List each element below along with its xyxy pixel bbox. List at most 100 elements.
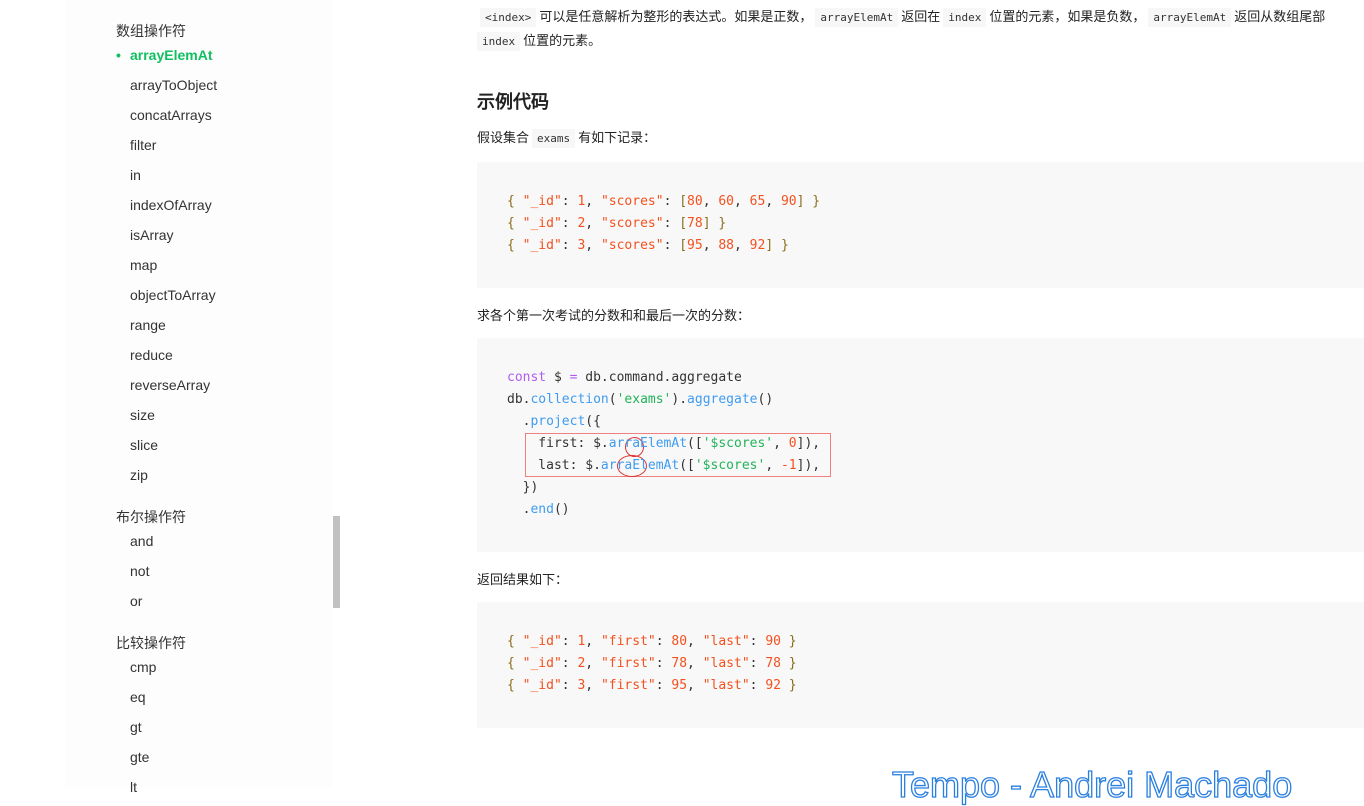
code-token: : bbox=[655, 656, 672, 671]
text: 假设集合 bbox=[477, 130, 530, 145]
code-token: : bbox=[561, 238, 578, 253]
code-token: "_id" bbox=[522, 634, 562, 649]
code-token: , bbox=[585, 216, 601, 231]
code-token: () bbox=[757, 392, 774, 407]
code-token: "_id" bbox=[522, 678, 562, 693]
paragraph-3: 返回结果如下： bbox=[477, 572, 569, 587]
code-line: { "_id": 1, "first": 80, "last": 90 } bbox=[507, 631, 797, 653]
code-token: 78 bbox=[765, 656, 781, 671]
sidebar-item-slice[interactable]: slice bbox=[130, 437, 158, 453]
code-token: , bbox=[585, 634, 601, 649]
code-token: $ bbox=[546, 370, 570, 385]
code-line: first: $.arraElemAt(['$scores', 0]), bbox=[507, 433, 820, 455]
code-token: 92 bbox=[749, 238, 766, 253]
sidebar-item-not[interactable]: not bbox=[130, 563, 149, 579]
code-token: 90 bbox=[780, 194, 797, 209]
code-line: .project({ bbox=[507, 411, 601, 433]
code-token: , bbox=[702, 238, 719, 253]
sidebar-item-eq[interactable]: eq bbox=[130, 689, 146, 705]
sidebar-item-objecttoarray[interactable]: objectToArray bbox=[130, 287, 216, 303]
inline-code: index bbox=[477, 32, 521, 51]
code-line: { "_id": 1, "scores": [80, 60, 65, 90] } bbox=[507, 191, 820, 213]
code-token: { bbox=[507, 634, 523, 649]
code-token: [ bbox=[679, 194, 688, 209]
code-block-records: { "_id": 1, "scores": [80, 60, 65, 90] }… bbox=[477, 162, 1364, 288]
text: 返回在 bbox=[901, 9, 941, 24]
code-token: , bbox=[585, 238, 601, 253]
sidebar-item-indexofarray[interactable]: indexOfArray bbox=[130, 197, 212, 213]
code-token: "scores" bbox=[600, 238, 664, 253]
text: 有如下记录： bbox=[578, 130, 657, 145]
code-token: [ bbox=[679, 238, 688, 253]
code-token: 78 bbox=[671, 656, 688, 671]
code-line: .end() bbox=[507, 499, 570, 521]
code-token: } bbox=[780, 678, 797, 693]
code-token: "last" bbox=[702, 678, 750, 693]
sidebar-item-map[interactable]: map bbox=[130, 257, 157, 273]
sidebar-item-isarray[interactable]: isArray bbox=[130, 227, 174, 243]
code-token: ]), bbox=[796, 458, 821, 473]
code-token: ]), bbox=[796, 436, 821, 451]
code-token: { bbox=[507, 194, 523, 209]
inline-code: arrayElemAt bbox=[815, 8, 899, 27]
code-token: '$scores' bbox=[702, 436, 774, 451]
code-token: , bbox=[765, 458, 781, 473]
code-token: , bbox=[687, 678, 703, 693]
code-token: : bbox=[749, 656, 766, 671]
code-token: 80 bbox=[687, 194, 703, 209]
code-token: : bbox=[655, 678, 672, 693]
code-token: , bbox=[585, 194, 601, 209]
code-token: 78 bbox=[687, 216, 703, 231]
code-token: : bbox=[655, 634, 672, 649]
code-line: { "_id": 2, "first": 78, "last": 78 } bbox=[507, 653, 797, 675]
code-token: : bbox=[663, 238, 680, 253]
code-token: { bbox=[507, 216, 523, 231]
sidebar-item-gt[interactable]: gt bbox=[130, 719, 142, 735]
code-token: const bbox=[507, 370, 547, 385]
section-heading: 示例代码 bbox=[477, 92, 549, 112]
intro-line-2: index 位置的元素。 bbox=[477, 30, 601, 51]
code-token: collection bbox=[530, 392, 609, 407]
sidebar-item-reversearray[interactable]: reverseArray bbox=[130, 377, 210, 393]
sidebar-item-reduce[interactable]: reduce bbox=[130, 347, 173, 363]
sidebar-item-cmp[interactable]: cmp bbox=[130, 659, 156, 675]
inline-code: <index> bbox=[480, 8, 537, 27]
code-line: { "_id": 2, "scores": [78] } bbox=[507, 213, 726, 235]
code-token: 90 bbox=[765, 634, 781, 649]
sidebar-item-size[interactable]: size bbox=[130, 407, 155, 423]
sidebar-item-range[interactable]: range bbox=[130, 317, 166, 333]
code-block-query: const $ = db.command.aggregate db.collect… bbox=[477, 338, 1364, 552]
sidebar-item-gte[interactable]: gte bbox=[130, 749, 149, 765]
code-token: -1 bbox=[780, 458, 797, 473]
code-token: { bbox=[507, 656, 523, 671]
code-token: } bbox=[780, 634, 797, 649]
code-token: 'exams' bbox=[616, 392, 672, 407]
code-token: 88 bbox=[718, 238, 735, 253]
code-token: "first" bbox=[600, 678, 656, 693]
sidebar: 数组操作符 arrayElemAt • arrayToObject concatArra… bbox=[65, 0, 333, 795]
sidebar-item-filter[interactable]: filter bbox=[130, 137, 156, 153]
code-token: 0 bbox=[788, 436, 797, 451]
code-token: : bbox=[561, 216, 578, 231]
sidebar-item-concatarrays[interactable]: concatArrays bbox=[130, 107, 212, 123]
sidebar-item-or[interactable]: or bbox=[130, 593, 142, 609]
code-token: }) bbox=[507, 480, 539, 495]
sidebar-item-zip[interactable]: zip bbox=[130, 467, 148, 483]
code-token: ). bbox=[671, 392, 688, 407]
code-token: : bbox=[749, 634, 766, 649]
code-token: "last" bbox=[702, 634, 750, 649]
code-token: , bbox=[585, 678, 601, 693]
sidebar-item-arraytoobject[interactable]: arrayToObject bbox=[130, 77, 217, 93]
code-token: : bbox=[561, 634, 578, 649]
code-token: "_id" bbox=[522, 194, 562, 209]
code-token: , bbox=[687, 634, 703, 649]
sidebar-item-lt[interactable]: lt bbox=[130, 779, 137, 795]
inline-code: exams bbox=[532, 129, 576, 148]
code-token: "scores" bbox=[600, 216, 664, 231]
sidebar-item-and[interactable]: and bbox=[130, 533, 153, 549]
sidebar-item-arrayelemat[interactable]: arrayElemAt bbox=[130, 47, 213, 63]
sidebar-scrollbar[interactable] bbox=[333, 516, 340, 608]
code-token: aggregate bbox=[687, 392, 758, 407]
code-token: : bbox=[561, 678, 578, 693]
sidebar-item-in[interactable]: in bbox=[130, 167, 141, 183]
